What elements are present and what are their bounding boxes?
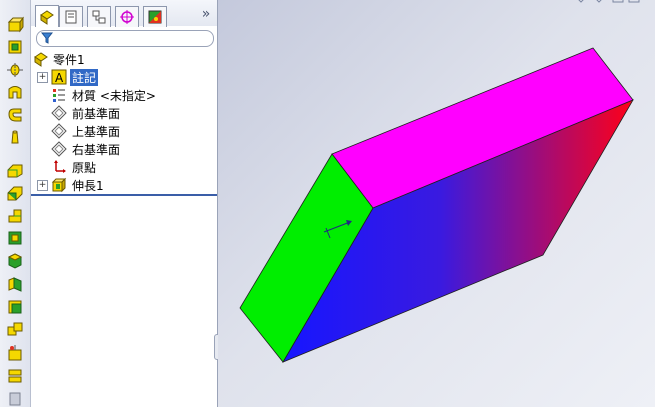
material-icon <box>53 89 65 102</box>
draft-icon[interactable] <box>5 206 25 225</box>
tabs-expand-button[interactable]: » <box>199 6 213 22</box>
hole-icon[interactable] <box>5 228 25 247</box>
propertymanager-icon <box>65 10 77 24</box>
tree-item-front-plane[interactable]: 前基準面 <box>31 104 217 122</box>
wrap-icon[interactable] <box>5 274 25 293</box>
tree-item-material[interactable]: 材質 <未指定> <box>31 86 217 104</box>
chamfer-icon[interactable] <box>5 127 25 146</box>
tree-item-label: 前基準面 <box>72 106 121 121</box>
tree-item-right-plane[interactable]: 右基準面 <box>31 140 217 158</box>
featuremanager-tab[interactable] <box>35 5 59 27</box>
fillet-icon[interactable] <box>5 105 25 124</box>
svg-text:A: A <box>55 71 64 85</box>
loft-icon[interactable] <box>5 82 25 101</box>
plane-icon <box>51 141 67 157</box>
split-icon[interactable] <box>5 366 25 385</box>
tree-item-label: 原點 <box>72 160 97 175</box>
origin-icon <box>54 160 66 173</box>
rib-icon[interactable] <box>5 160 25 179</box>
expand-extrude1-button[interactable]: + <box>37 180 48 191</box>
scale-icon[interactable] <box>5 319 25 338</box>
features-command-strip <box>0 0 31 407</box>
extrude-feature-icon <box>51 177 67 193</box>
3d-model-view[interactable] <box>218 0 655 407</box>
mirror-icon[interactable] <box>5 297 25 316</box>
tree-item-label: 右基準面 <box>72 142 121 157</box>
tree-root-part[interactable]: 零件1 <box>31 50 217 68</box>
configurationmanager-tab[interactable] <box>87 6 111 27</box>
featuremanager-icon <box>40 9 54 25</box>
extrude-boss-icon[interactable] <box>5 15 25 34</box>
dimxpert-icon <box>120 10 134 24</box>
part-icon <box>34 52 48 67</box>
tree-item-label: 註記 <box>70 68 99 86</box>
plane-icon <box>51 123 67 139</box>
configurationmanager-icon <box>92 10 106 24</box>
tree-root-label: 零件1 <box>53 52 85 67</box>
tree-item-label: 伸長1 <box>72 178 104 193</box>
graphics-area[interactable] <box>218 0 655 407</box>
feature-filter-input[interactable] <box>36 30 214 47</box>
shell-icon[interactable] <box>5 183 25 202</box>
tree-item-top-plane[interactable]: 上基準面 <box>31 122 217 140</box>
plane-icon <box>51 105 67 121</box>
tree-item-label: 材質 <未指定> <box>72 88 156 103</box>
feature-manager-panel: » 零件1 + A 註記 材質 <未指定> 前基準面 上基準面 右基準面 原點 <box>31 0 218 407</box>
feature-manager-tabs: » <box>31 0 217 27</box>
rollback-bar[interactable] <box>31 194 217 196</box>
revolve-boss-icon[interactable] <box>5 37 25 56</box>
propertymanager-tab[interactable] <box>59 6 83 27</box>
tree-item-label: 上基準面 <box>72 124 121 139</box>
dome-icon[interactable] <box>5 251 25 270</box>
tree-item-extrude1[interactable]: + 伸長1 <box>31 176 217 194</box>
display-manager-tab[interactable] <box>143 6 167 27</box>
display-manager-icon <box>148 10 162 24</box>
sweep-icon[interactable] <box>5 60 25 79</box>
filter-icon <box>41 32 53 44</box>
combine-icon[interactable] <box>5 389 25 408</box>
intersect-icon[interactable] <box>5 343 25 362</box>
tree-item-annotations[interactable]: + A 註記 <box>31 68 217 86</box>
tree-item-origin[interactable]: 原點 <box>31 158 217 176</box>
dimxpert-tab[interactable] <box>115 6 139 27</box>
expand-annotations-button[interactable]: + <box>37 72 48 83</box>
annotations-icon: A <box>51 69 67 85</box>
